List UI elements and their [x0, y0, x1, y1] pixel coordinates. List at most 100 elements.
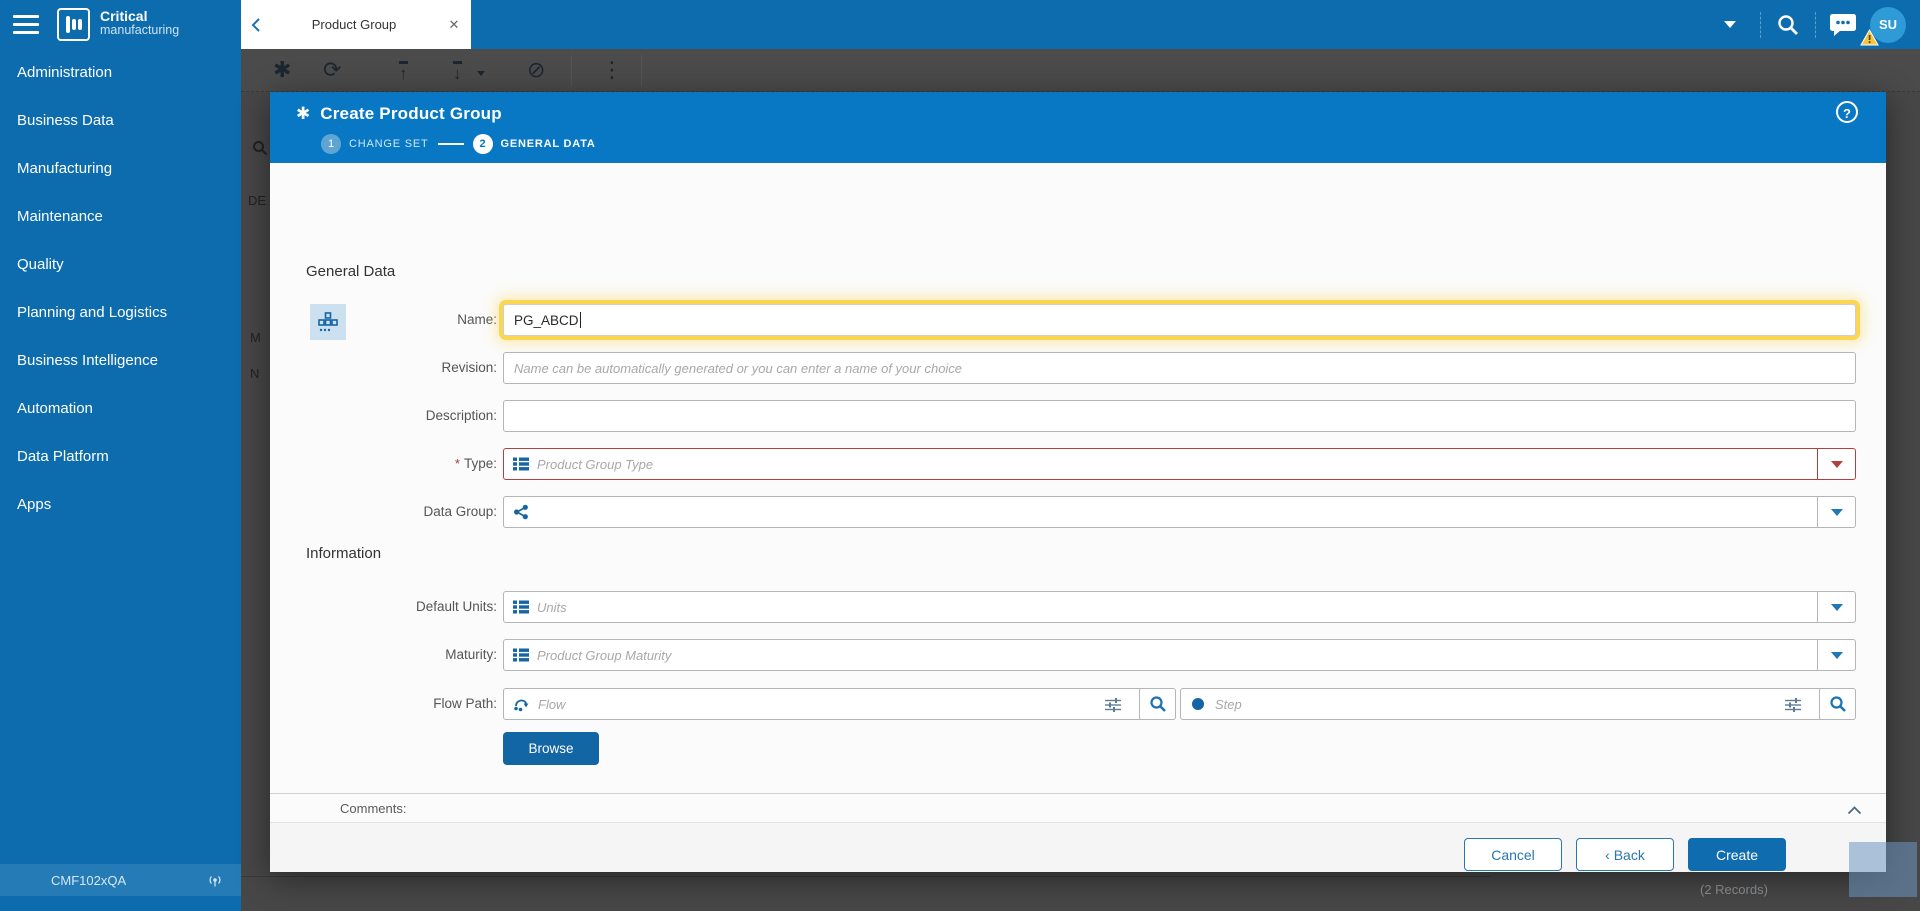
separator — [1760, 11, 1761, 38]
step-search-button[interactable] — [1819, 689, 1855, 719]
background-divider — [241, 876, 1491, 877]
cancel-button[interactable]: Cancel — [1464, 838, 1562, 871]
wizard-steps: 1 CHANGE SET 2 GENERAL DATA — [321, 133, 596, 155]
user-avatar[interactable]: SU — [1860, 6, 1906, 45]
step-number: 1 — [321, 134, 341, 154]
broadcast-icon — [209, 876, 221, 887]
name-label: Name: — [457, 312, 497, 327]
chevron-up-icon[interactable] — [1847, 802, 1862, 820]
maturity-dropdown-toggle[interactable] — [1817, 640, 1855, 670]
background-toolbar: ✱ ⟳ ↑ ↓ ⊘ ⋮ — [241, 49, 1920, 92]
name-value: PG_ABCD — [514, 312, 579, 328]
type-dropdown[interactable]: Product Group Type — [503, 448, 1856, 480]
sidebar-item-maintenance[interactable]: Maintenance — [0, 193, 241, 241]
toolbar-separator — [571, 55, 572, 86]
wizard-icon: ✱ — [296, 104, 311, 123]
dialog-body: General Data Name: PG_ABCD Revision: Nam… — [270, 163, 1886, 793]
default-units-placeholder: Units — [537, 599, 567, 615]
description-input[interactable] — [503, 400, 1856, 432]
step-general-data[interactable]: 2 GENERAL DATA — [472, 134, 596, 154]
maturity-dropdown[interactable]: Product Group Maturity — [503, 639, 1856, 671]
toolbar-separator — [641, 55, 642, 86]
messages-button[interactable] — [1826, 8, 1860, 42]
data-group-dropdown[interactable] — [503, 496, 1856, 528]
default-units-dropdown[interactable]: Units — [503, 591, 1856, 623]
background-partial-text: M — [250, 330, 261, 345]
flow-search-button[interactable] — [1139, 689, 1175, 719]
filter-options-icon[interactable] — [1104, 696, 1122, 719]
filter-options-icon[interactable] — [1784, 696, 1802, 719]
selection-overlay — [1849, 842, 1917, 897]
environment-bar[interactable]: CMF102xQA — [0, 864, 241, 896]
logo-line1: Critical — [100, 8, 148, 24]
background-partial-text: N — [250, 366, 260, 381]
default-units-dropdown-toggle[interactable] — [1817, 592, 1855, 622]
list-icon — [513, 456, 529, 472]
step-number: 2 — [472, 134, 493, 154]
maturity-placeholder: Product Group Maturity — [537, 647, 672, 663]
type-dropdown-toggle[interactable] — [1817, 449, 1855, 479]
gauge-icon: ⊘ — [527, 57, 546, 82]
dropdown-caret-icon — [1830, 460, 1843, 468]
sidebar-item-administration[interactable]: Administration — [0, 49, 241, 97]
sidebar-item-business-intelligence[interactable]: Business Intelligence — [0, 337, 241, 385]
share-icon — [513, 504, 529, 520]
chevron-left-icon: ‹ — [1605, 846, 1610, 863]
sidebar-item-apps[interactable]: Apps — [0, 481, 241, 529]
tab-scroll-left-button[interactable] — [241, 0, 271, 49]
revision-input[interactable]: Name can be automatically generated or y… — [503, 352, 1856, 384]
create-product-group-dialog: ✱ Create Product Group ? 1 CHANGE SET 2 … — [270, 92, 1886, 872]
critical-manufacturing-logo-icon — [57, 8, 90, 41]
search-icon — [1149, 696, 1166, 712]
list-icon — [513, 599, 529, 615]
records-count-label: (2 Records) — [1700, 882, 1768, 897]
search-button[interactable] — [1771, 8, 1805, 42]
help-button[interactable]: ? — [1836, 101, 1858, 123]
open-tab-product-group[interactable]: Product Group ✕ — [241, 0, 471, 49]
sidebar-item-data-platform[interactable]: Data Platform — [0, 433, 241, 481]
section-heading-general-data: General Data — [306, 263, 396, 280]
step-change-set[interactable]: 1 CHANGE SET — [321, 134, 429, 154]
flow-path-label: Flow Path: — [433, 696, 497, 711]
sidebar-item-planning-and-logistics[interactable]: Planning and Logistics — [0, 289, 241, 337]
dropdown-caret-icon — [1830, 508, 1843, 516]
step-label: CHANGE SET — [349, 138, 429, 150]
field-row-flow-path: Flow Path: Flow Step — [270, 688, 1886, 720]
main-navigation-sidebar: Administration Business Data Manufacturi… — [0, 49, 241, 911]
revision-label: Revision: — [441, 360, 497, 375]
maturity-label: Maturity: — [445, 647, 497, 662]
default-units-label: Default Units: — [415, 599, 497, 614]
create-button[interactable]: Create — [1688, 838, 1786, 871]
upload-icon: ↑ — [399, 61, 408, 82]
comments-section-bar[interactable]: Comments: — [270, 793, 1886, 823]
new-icon: ✱ — [273, 57, 292, 82]
type-label: * Type: — [454, 456, 497, 471]
app-root: ✱ ⟳ ↑ ↓ ⊘ ⋮ DE M N (2 Records) Critical … — [0, 0, 1920, 911]
warning-icon — [1860, 28, 1879, 45]
browse-button[interactable]: Browse — [503, 732, 599, 765]
flow-placeholder: Flow — [538, 696, 566, 712]
background-partial-text: DE — [248, 193, 267, 208]
sidebar-item-manufacturing[interactable]: Manufacturing — [0, 145, 241, 193]
list-icon — [513, 647, 529, 663]
data-group-dropdown-toggle[interactable] — [1817, 497, 1855, 527]
name-input[interactable]: PG_ABCD — [503, 304, 1856, 336]
field-row-default-units: Default Units: Units — [270, 591, 1886, 623]
topbar-right-actions: SU — [1710, 0, 1920, 49]
menu-hamburger-icon[interactable] — [13, 15, 39, 34]
step-picker-input[interactable]: Step — [1180, 688, 1856, 720]
sidebar-item-business-data[interactable]: Business Data — [0, 97, 241, 145]
tab-title: Product Group — [311, 17, 397, 32]
tab-close-icon[interactable]: ✕ — [437, 0, 471, 49]
sidebar-item-automation[interactable]: Automation — [0, 385, 241, 433]
field-row-maturity: Maturity: Product Group Maturity — [270, 639, 1886, 671]
flow-picker-input[interactable]: Flow — [503, 688, 1176, 720]
sidebar-item-quality[interactable]: Quality — [0, 241, 241, 289]
dialog-title: Create Product Group — [320, 104, 502, 123]
chevron-down-icon[interactable] — [1724, 21, 1736, 28]
logo-line2: manufacturing — [100, 23, 180, 38]
back-button[interactable]: ‹ Back — [1576, 838, 1674, 871]
separator — [1815, 11, 1816, 38]
description-label: Description: — [425, 408, 497, 423]
data-group-label: Data Group: — [423, 504, 497, 519]
